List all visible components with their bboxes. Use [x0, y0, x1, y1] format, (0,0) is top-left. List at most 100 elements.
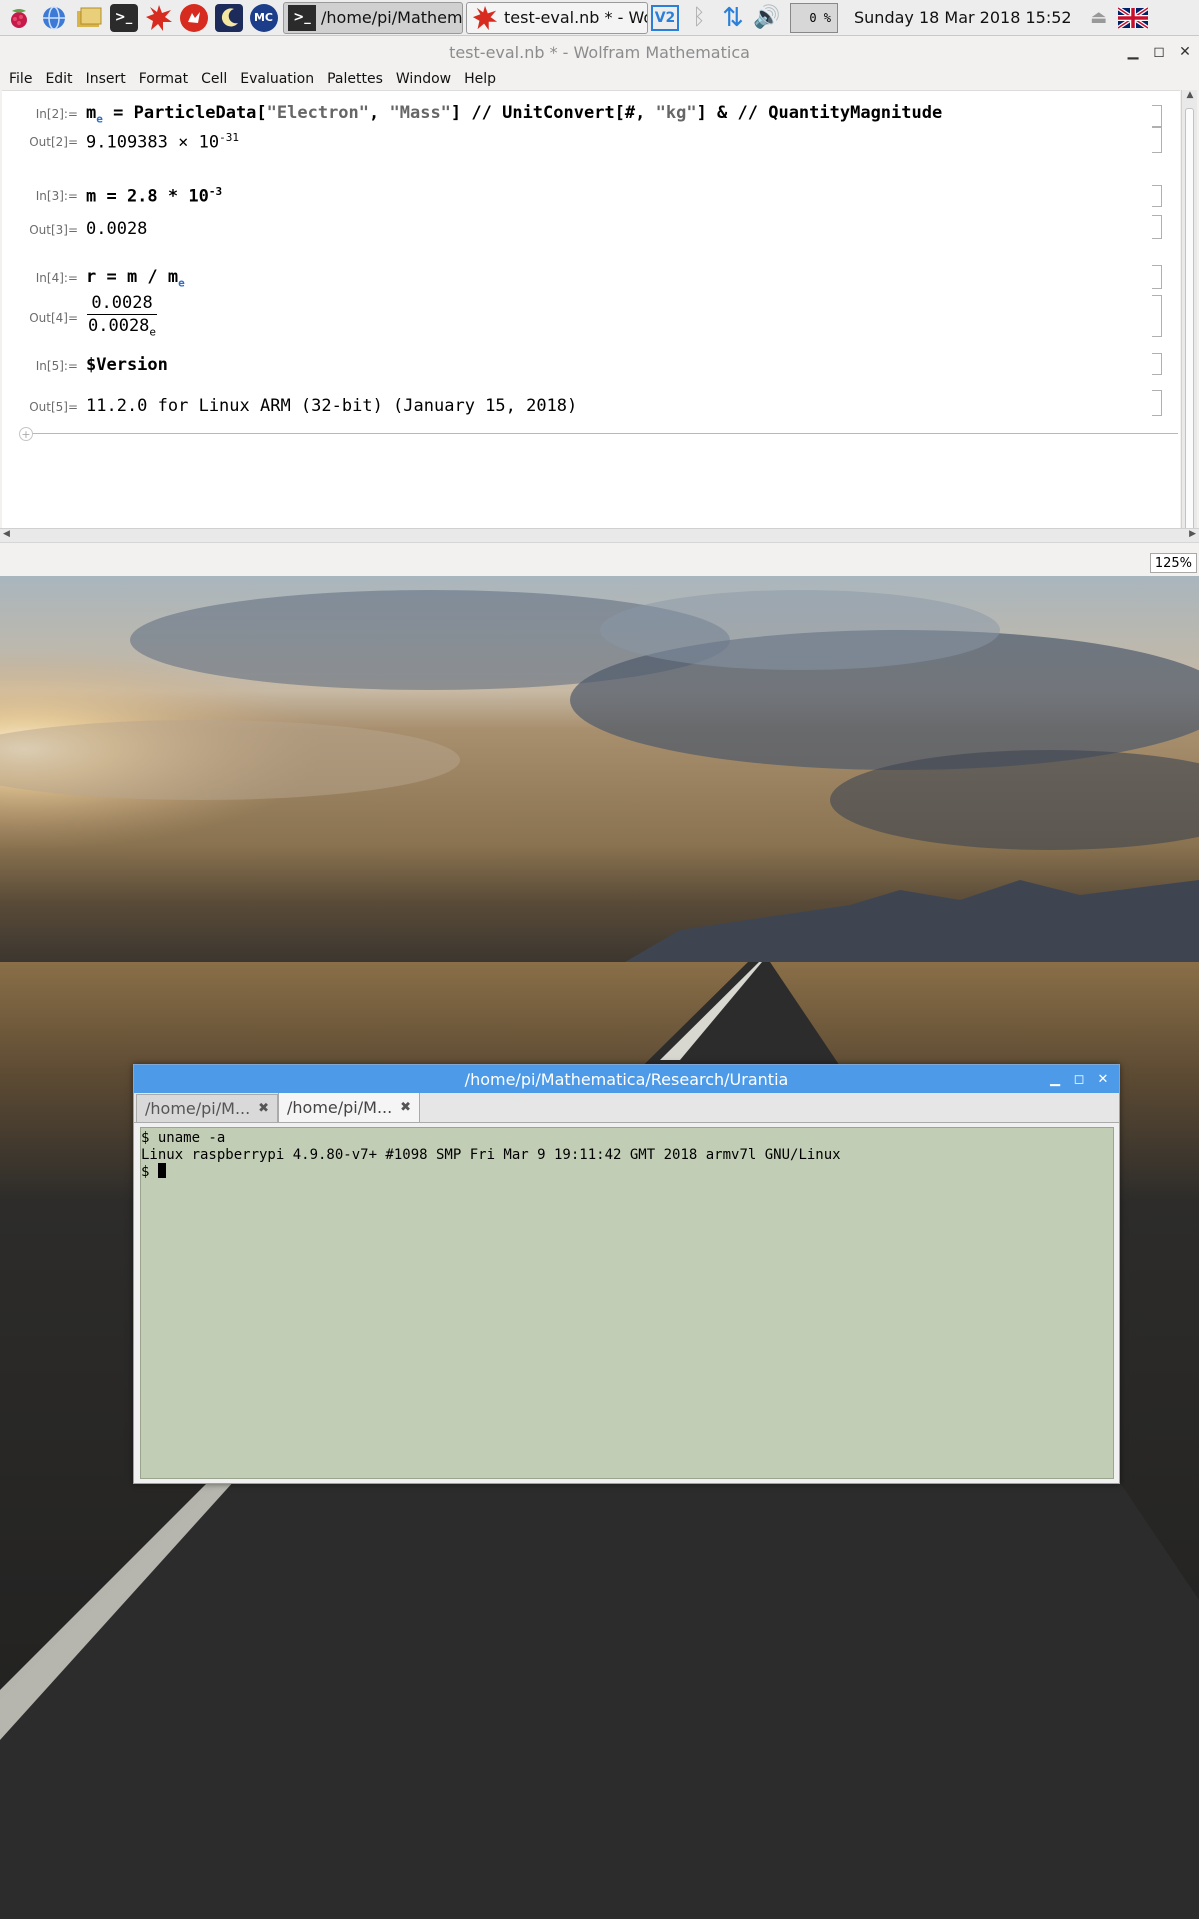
output-value: 0.0028: [86, 219, 148, 239]
input-expression[interactable]: me = ParticleData["Electron", "Mass"] //…: [86, 103, 942, 125]
vertical-scrollbar[interactable]: ▲ ▼: [1181, 90, 1197, 562]
terminal-tab[interactable]: /home/pi/M... ✖: [136, 1094, 278, 1122]
zoom-selector[interactable]: 125%: [1149, 553, 1197, 573]
input-expression[interactable]: $Version: [86, 355, 168, 375]
cell-bracket[interactable]: [1152, 127, 1162, 153]
close-icon[interactable]: ✕: [1095, 1072, 1111, 1087]
mathematica-icon: [145, 4, 173, 32]
menu-file[interactable]: File: [9, 71, 32, 87]
output-value: 9.109383 × 10-31: [86, 131, 239, 153]
taskbar: >_ MC >_ /home/pi/Mathem... test-eval.nb…: [0, 0, 1199, 36]
launcher-wolfram[interactable]: [177, 1, 210, 35]
cell-bracket[interactable]: [1152, 353, 1162, 375]
mathematica-titlebar[interactable]: test-eval.nb * - Wolfram Mathematica ▁ ◻…: [0, 36, 1199, 68]
output-cell: Out[3]= 0.0028: [2, 215, 1162, 239]
out-label: Out[3]=: [29, 223, 78, 237]
bluetooth-icon[interactable]: ᛒ: [682, 1, 716, 35]
menu-insert[interactable]: Insert: [86, 71, 126, 87]
launcher-file-manager[interactable]: [72, 1, 105, 35]
horizontal-scrollbar[interactable]: ◀ ▶: [0, 528, 1199, 542]
vnc-icon[interactable]: V2: [648, 1, 682, 35]
window-title: test-eval.nb * - Wolfram Mathematica: [449, 42, 750, 62]
menu-palettes[interactable]: Palettes: [327, 71, 383, 87]
raspberry-icon: [5, 4, 33, 32]
launcher-raspberry-menu[interactable]: [2, 1, 35, 35]
terminal-title: /home/pi/Mathematica/Research/Urantia: [464, 1069, 789, 1089]
terminal-window: /home/pi/Mathematica/Research/Urantia ▁ …: [133, 1064, 1120, 1484]
notebook-area[interactable]: In[2]:= me = ParticleData["Electron", "M…: [2, 90, 1180, 562]
terminal-tab-label: /home/pi/M...: [287, 1098, 393, 1117]
terminal-titlebar[interactable]: /home/pi/Mathematica/Research/Urantia ▁ …: [134, 1065, 1119, 1093]
terminal-prompt-line: $: [141, 1163, 1113, 1181]
terminal-tab-active[interactable]: /home/pi/M... ✖: [278, 1092, 420, 1122]
menu-help[interactable]: Help: [464, 71, 496, 87]
task-terminal-label: /home/pi/Mathem...: [321, 8, 463, 27]
scroll-up-icon[interactable]: ▲: [1182, 90, 1198, 104]
fraction-denominator: 0.0028e: [88, 316, 157, 339]
menu-cell[interactable]: Cell: [201, 71, 227, 87]
text-cursor: [157, 1163, 166, 1178]
launcher-web-browser[interactable]: [37, 1, 70, 35]
mathematica-icon: [471, 5, 499, 31]
eject-icon[interactable]: ⏏: [1082, 1, 1116, 35]
clock[interactable]: Sunday 18 Mar 2018 15:52: [844, 8, 1082, 27]
cell-bracket[interactable]: [1152, 265, 1162, 289]
keyboard-layout-uk-flag-icon[interactable]: [1116, 1, 1150, 35]
fraction-numerator: 0.0028: [87, 293, 157, 315]
menu-window[interactable]: Window: [396, 71, 451, 87]
cell-bracket[interactable]: [1152, 105, 1162, 127]
terminal-line: Linux raspberrypi 4.9.80-v7+ #1098 SMP F…: [141, 1146, 841, 1163]
in-label: In[5]:=: [35, 359, 78, 373]
launcher-minecraft[interactable]: MC: [247, 1, 280, 35]
terminal-tab-bar: /home/pi/M... ✖ /home/pi/M... ✖: [134, 1092, 1119, 1123]
output-cell: Out[4]= 0.0028 0.0028e: [2, 293, 1162, 338]
cell-bracket[interactable]: [1152, 215, 1162, 239]
minimize-icon[interactable]: ▁: [1125, 44, 1141, 60]
web-browser-icon: [40, 4, 68, 32]
system-tray: V2 ᛒ ⇅ 🔊 0 % Sunday 18 Mar 2018 15:52 ⏏: [648, 0, 1150, 36]
terminal-icon: >_: [288, 4, 316, 31]
minimize-icon[interactable]: ▁: [1047, 1072, 1063, 1087]
in-label: In[4]:=: [35, 271, 78, 285]
close-icon[interactable]: ✕: [1177, 44, 1193, 60]
menu-format[interactable]: Format: [139, 71, 188, 87]
out-label: Out[2]=: [29, 135, 78, 149]
menu-evaluation[interactable]: Evaluation: [240, 71, 314, 87]
launcher-night-sky[interactable]: [212, 1, 245, 35]
maximize-icon[interactable]: ◻: [1071, 1072, 1087, 1087]
menu-bar: File Edit Insert Format Cell Evaluation …: [0, 68, 1199, 90]
menu-edit[interactable]: Edit: [45, 71, 72, 87]
cpu-monitor: 0 %: [790, 2, 838, 33]
input-expression[interactable]: r = m / me: [86, 267, 185, 289]
input-cell[interactable]: In[5]:= $Version: [2, 353, 1162, 375]
in-label: In[3]:=: [35, 189, 78, 203]
vertical-scroll-thumb[interactable]: [1185, 108, 1194, 553]
night-sky-icon: [214, 3, 243, 32]
scroll-right-icon[interactable]: ▶: [1189, 529, 1196, 539]
terminal-tab-label: /home/pi/M...: [145, 1099, 251, 1118]
input-cell[interactable]: In[4]:= r = m / me: [2, 265, 1162, 289]
terminal-line: $ uname -a: [141, 1130, 226, 1146]
task-mathematica[interactable]: test-eval.nb * - Wol...: [466, 1, 648, 34]
file-manager-icon: [75, 4, 103, 32]
input-expression[interactable]: m = 2.8 * 10-3: [86, 185, 222, 207]
maximize-icon[interactable]: ◻: [1151, 44, 1167, 60]
scroll-left-icon[interactable]: ◀: [3, 529, 10, 539]
network-icon[interactable]: ⇅: [716, 1, 750, 35]
output-fraction: 0.0028 0.0028e: [86, 293, 158, 338]
terminal-output[interactable]: $ uname -a Linux raspberrypi 4.9.80-v7+ …: [140, 1127, 1114, 1479]
task-mathematica-label: test-eval.nb * - Wol...: [504, 8, 647, 27]
task-terminal[interactable]: >_ /home/pi/Mathem...: [283, 1, 463, 34]
input-cell[interactable]: In[3]:= m = 2.8 * 10-3: [2, 185, 1162, 207]
launcher-terminal[interactable]: >_: [107, 1, 140, 35]
tab-close-icon[interactable]: ✖: [258, 1101, 269, 1116]
launcher-mathematica[interactable]: [142, 1, 175, 35]
volume-icon[interactable]: 🔊: [750, 1, 784, 35]
in-label: In[2]:=: [35, 107, 78, 121]
wolfram-icon: [179, 3, 208, 32]
tab-close-icon[interactable]: ✖: [400, 1100, 411, 1115]
minecraft-icon: MC: [249, 3, 278, 32]
input-cell[interactable]: In[2]:= me = ParticleData["Electron", "M…: [2, 103, 1162, 127]
cell-bracket[interactable]: [1152, 185, 1162, 207]
cell-bracket[interactable]: [1152, 295, 1162, 337]
